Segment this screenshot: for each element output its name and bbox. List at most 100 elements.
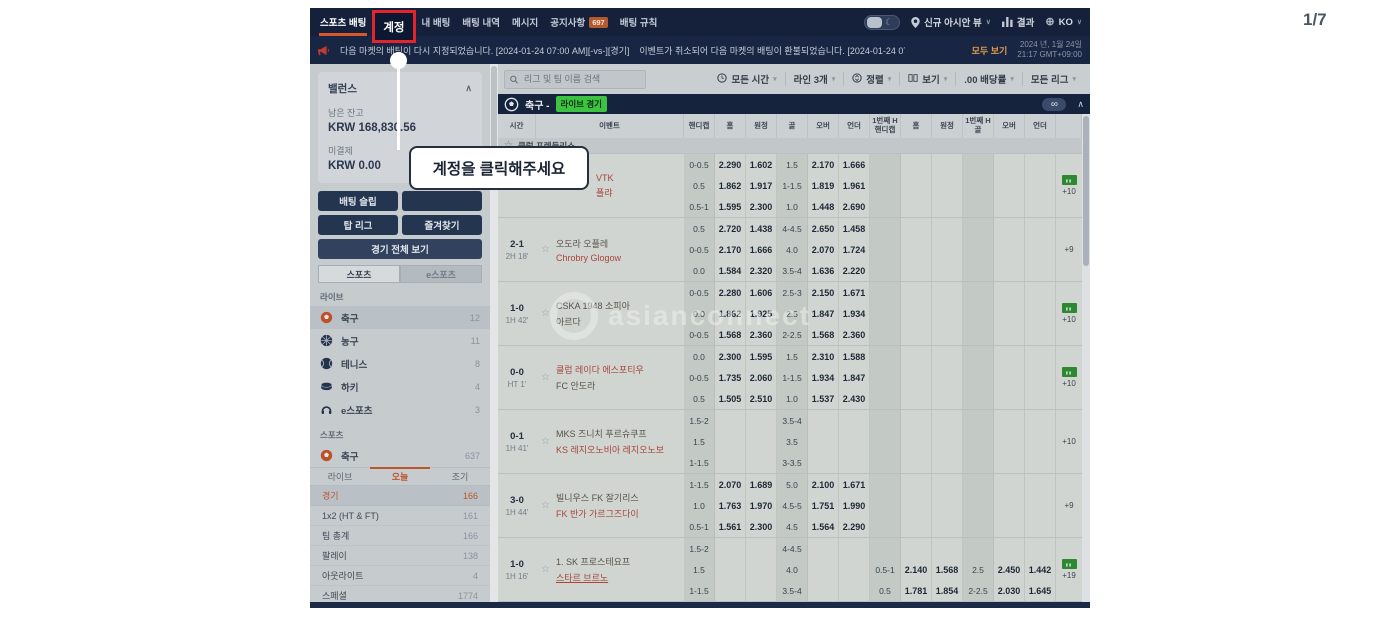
favorite-star-icon[interactable]: ☆ <box>541 245 550 255</box>
odds-cell[interactable]: 1.689 <box>746 474 777 495</box>
subtab-오늘[interactable]: 오늘 <box>370 468 430 485</box>
match-extra[interactable]: +10 <box>1056 282 1082 345</box>
odds-cell[interactable]: 2.140 <box>901 559 932 580</box>
odds-cell[interactable]: 2.720 <box>715 218 746 239</box>
odds-cell[interactable]: 1.645 <box>1025 580 1056 601</box>
odds-cell[interactable]: 2.280 <box>715 282 746 303</box>
odds-cell[interactable]: 2.150 <box>808 282 839 303</box>
odds-cell[interactable]: 1.666 <box>839 154 870 175</box>
sidebar-item-e스포츠[interactable]: e스포츠3 <box>310 398 490 421</box>
content-scrollbar[interactable] <box>1082 114 1090 608</box>
odds-cell[interactable]: 1.666 <box>746 239 777 260</box>
odds-cell[interactable]: 1.724 <box>839 239 870 260</box>
nav-item-메시지[interactable]: 메시지 <box>506 8 544 36</box>
infinity-button[interactable]: ∞ <box>1042 98 1066 111</box>
odds-cell[interactable]: 1.606 <box>746 282 777 303</box>
favorites-button[interactable]: 즐겨찾기 <box>402 215 482 235</box>
sidebar-item-축구[interactable]: 축구12 <box>310 306 490 329</box>
odds-cell[interactable]: 1.819 <box>808 175 839 196</box>
sidebar-item-테니스[interactable]: 테니스8 <box>310 352 490 375</box>
filter-모든 리그[interactable]: 모든 리그▾ <box>1022 72 1084 86</box>
match-extra[interactable]: +10 <box>1056 410 1082 473</box>
odds-cell[interactable]: 1.934 <box>839 303 870 324</box>
collapse-chevron-icon[interactable]: ∧ <box>465 83 472 94</box>
odds-cell[interactable]: 1.602 <box>746 154 777 175</box>
market-item-팔레이[interactable]: 팔레이138 <box>310 546 490 566</box>
subtab-조기[interactable]: 조기 <box>430 468 490 485</box>
odds-cell[interactable]: 1.763 <box>715 495 746 516</box>
odds-cell[interactable]: 1.568 <box>932 559 963 580</box>
odds-cell[interactable]: 1.961 <box>839 175 870 196</box>
tab-esports[interactable]: e스포츠 <box>400 265 482 283</box>
favorite-star-icon[interactable]: ☆ <box>541 309 550 319</box>
odds-cell[interactable]: 2.030 <box>994 580 1025 601</box>
nav-item-배팅 내역[interactable]: 배팅 내역 <box>456 8 506 36</box>
subtab-라이브[interactable]: 라이브 <box>310 468 370 485</box>
filter-모든 시간[interactable]: 모든 시간▾ <box>709 72 784 86</box>
nav-item-스포츠 배팅[interactable]: 스포츠 배팅 <box>314 8 372 36</box>
match-extra[interactable]: +19 <box>1056 538 1082 601</box>
odds-cell[interactable]: 1.636 <box>808 260 839 281</box>
odds-cell[interactable]: 1.847 <box>839 367 870 388</box>
odds-cell[interactable]: 1.862 <box>715 303 746 324</box>
match-event[interactable]: ☆클럽 레이다 에스포티우FC 안도라 <box>536 346 684 409</box>
match-extra[interactable]: +9 <box>1056 474 1082 537</box>
market-item-경기[interactable]: 경기166 <box>310 486 490 506</box>
odds-cell[interactable]: 1.854 <box>932 580 963 601</box>
odds-cell[interactable]: 2.220 <box>839 260 870 281</box>
odds-cell[interactable]: 2.170 <box>808 154 839 175</box>
top-league-button[interactable]: 탑 리그 <box>318 215 398 235</box>
match-event[interactable]: ☆CSKA 1948 소피아아르다 <box>536 282 684 345</box>
odds-cell[interactable]: 1.917 <box>746 175 777 196</box>
favorite-star-icon[interactable]: ☆ <box>541 501 550 511</box>
odds-cell[interactable]: 2.300 <box>746 196 777 217</box>
odds-cell[interactable]: 2.360 <box>746 324 777 345</box>
odds-cell[interactable]: 1.970 <box>746 495 777 516</box>
filter-.00 배당률[interactable]: .00 배당률▾ <box>955 72 1022 86</box>
odds-cell[interactable]: 2.690 <box>839 196 870 217</box>
sidebar-item-하키[interactable]: 하키4 <box>310 375 490 398</box>
search-box[interactable] <box>504 70 646 89</box>
odds-cell[interactable]: 2.100 <box>808 474 839 495</box>
match-extra[interactable]: +10 <box>1056 154 1082 217</box>
match-event[interactable]: ☆1. SK 프로스테요프스타르 브르노 <box>536 538 684 601</box>
odds-cell[interactable]: 1.735 <box>715 367 746 388</box>
bet-slip-button[interactable]: 배팅 슬립 <box>318 191 398 211</box>
favorite-star-icon[interactable]: ☆ <box>541 373 550 383</box>
odds-cell[interactable]: 1.934 <box>808 367 839 388</box>
odds-cell[interactable]: 1.505 <box>715 388 746 409</box>
tab-sports[interactable]: 스포츠 <box>318 265 400 283</box>
odds-cell[interactable]: 2.060 <box>746 367 777 388</box>
odds-cell[interactable]: 1.438 <box>746 218 777 239</box>
odds-cell[interactable]: 1.847 <box>808 303 839 324</box>
match-event[interactable]: ☆오도라 오플레Chrobry Glogow <box>536 218 684 281</box>
odds-cell[interactable]: 1.458 <box>839 218 870 239</box>
results-link[interactable]: 결과 <box>1002 15 1034 29</box>
odds-cell[interactable]: 2.430 <box>839 388 870 409</box>
view-all-games-button[interactable]: 경기 전체 보기 <box>318 239 482 259</box>
market-item-팀 총계[interactable]: 팀 총계166 <box>310 526 490 546</box>
odds-cell[interactable]: 1.588 <box>839 346 870 367</box>
odds-cell[interactable]: 1.564 <box>808 516 839 537</box>
nav-item-공지사항[interactable]: 공지사항697 <box>544 8 613 36</box>
filter-정렬[interactable]: 정렬▾ <box>843 72 899 86</box>
match-extra[interactable]: +10 <box>1056 346 1082 409</box>
odds-cell[interactable]: 2.300 <box>715 346 746 367</box>
odds-cell[interactable]: 1.595 <box>715 196 746 217</box>
nav-item-내 배팅[interactable]: 내 배팅 <box>416 8 457 36</box>
odds-cell[interactable]: 2.290 <box>715 154 746 175</box>
odds-cell[interactable]: 1.568 <box>715 324 746 345</box>
odds-cell[interactable]: 1.781 <box>901 580 932 601</box>
match-event[interactable]: ☆빌니우스 FK 잘기리스FK 반가 가르그즈다이 <box>536 474 684 537</box>
scrollbar-thumb[interactable] <box>1083 116 1089 266</box>
odds-cell[interactable]: 2.320 <box>746 260 777 281</box>
odds-cell[interactable]: 1.584 <box>715 260 746 281</box>
sidebar-item-농구[interactable]: 농구11 <box>310 329 490 352</box>
odds-cell[interactable]: 2.170 <box>715 239 746 260</box>
match-event[interactable]: ☆MKS 즈니치 푸르슈쿠프KS 레지오노비아 레지오노보 <box>536 410 684 473</box>
view-all-link[interactable]: 모두 보기 <box>972 44 1008 57</box>
nav-item-배팅 규칙[interactable]: 배팅 규칙 <box>614 8 664 36</box>
odds-cell[interactable]: 1.442 <box>1025 559 1056 580</box>
odds-cell[interactable]: 1.671 <box>839 474 870 495</box>
odds-cell[interactable]: 2.300 <box>746 516 777 537</box>
